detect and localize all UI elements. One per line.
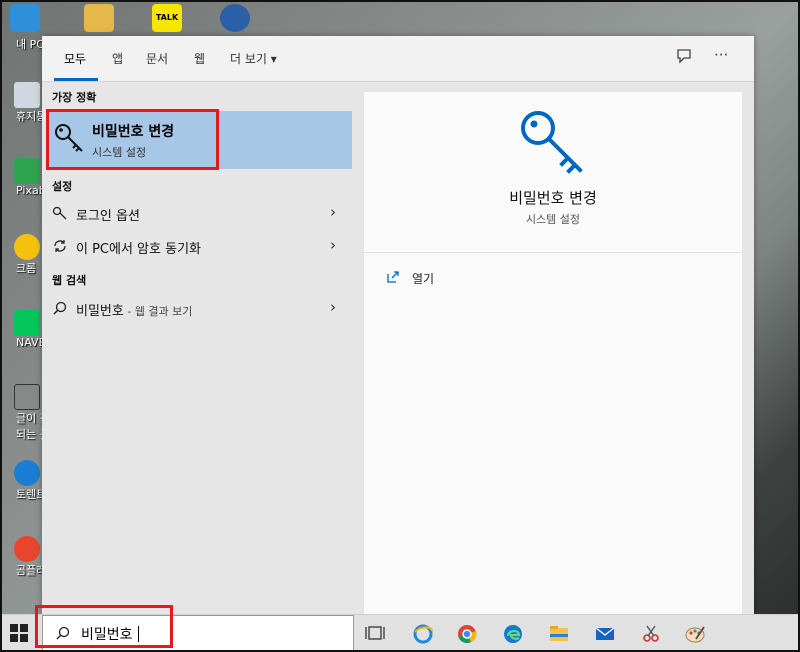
task-view-icon[interactable] [364,623,386,645]
snipping-tool-icon[interactable] [640,623,662,645]
detail-subtitle: 시스템 설정 [525,213,581,226]
kakaotalk-icon[interactable]: TALK [152,4,182,32]
chevron-right-icon[interactable]: › [330,298,336,316]
web-search-label: 비밀번호 - 웹 결과 보기 [76,300,192,319]
open-external-icon[interactable] [386,270,400,284]
desktop-icon-chrome-shortcut[interactable]: 크롬 [2,234,44,276]
desktop-icon-gomplayer[interactable]: 곰플레이 [2,536,46,578]
settings-item-label: 이 PC에서 암호 동기화 [76,242,201,257]
key-icon [55,124,83,152]
desktop-icon-torrent[interactable]: 토렌트 [2,460,46,502]
desktop-icon-naver[interactable]: NAVER [2,310,46,349]
detail-divider [364,252,742,253]
media-player-icon[interactable] [220,4,250,32]
recycle-bin-icon [14,82,40,108]
text-caret [137,626,139,642]
mail-icon[interactable] [594,623,616,645]
desktop-icon-pc[interactable]: 내 PC [2,36,44,52]
edge-icon[interactable] [502,623,524,645]
feedback-icon[interactable] [676,48,692,68]
search-input[interactable]: 비밀번호 [81,624,139,644]
key-large-icon [521,111,583,174]
pixabay-icon [14,158,40,184]
results-list: 가장 정확 비밀번호 변경 시스템 설정 설정 로그인 옵션 › 이 PC에서 … [42,83,353,616]
settings-header: 설정 [52,180,73,193]
naver-icon [14,310,40,336]
windows-start-icon[interactable] [10,624,28,642]
web-search-header: 웹 검색 [52,274,87,287]
tab-more-label: 더 보기 [230,52,267,66]
desktop-icon-writing[interactable]: 글이 작 되는 곳 [2,384,46,442]
pen-icon [14,384,40,410]
tab-documents[interactable]: 문서 [146,50,168,67]
open-action[interactable]: 열기 [412,270,434,287]
best-match-subtitle: 시스템 설정 [92,146,147,159]
desktop-icon-pixabay[interactable]: Pixaba [2,158,46,197]
chrome-icon[interactable] [456,623,478,645]
best-match-title: 비밀번호 변경 [92,124,175,140]
settings-item-login-options[interactable]: 로그인 옵션 › [42,199,352,229]
search-icon [53,301,67,315]
detail-pane: 비밀번호 변경 시스템 설정 열기 [364,92,742,616]
best-match-header: 가장 정확 [52,91,97,104]
internet-explorer-icon[interactable] [412,623,434,645]
app-shortcut-icon [14,234,40,260]
settings-item-label: 로그인 옵션 [76,209,140,224]
gomplayer-icon [14,536,40,562]
key-icon [52,206,67,220]
chevron-down-icon: ▾ [270,52,277,66]
web-search-query: 비밀번호 [76,304,124,319]
search-input-value: 비밀번호 [81,627,133,643]
search-panel: 모두 앱 문서 웹 더 보기 ▾ ··· 가장 정확 비밀번호 변경 시스템 설… [42,36,754,616]
taskbar-search-box[interactable]: 비밀번호 [42,615,354,651]
sync-icon [54,240,66,252]
best-match-item[interactable]: 비밀번호 변경 시스템 설정 [46,111,352,169]
tab-more[interactable]: 더 보기 ▾ [230,50,277,67]
web-search-item[interactable]: 비밀번호 - 웹 결과 보기 › [42,294,352,324]
pc-icon[interactable] [10,4,40,32]
search-tabs: 모두 앱 문서 웹 더 보기 ▾ ··· [42,36,754,82]
paint-icon[interactable] [684,623,706,645]
settings-item-sync-password[interactable]: 이 PC에서 암호 동기화 › [42,232,352,262]
tab-all[interactable]: 모두 [64,50,86,67]
desktop-icon-recycle-bin[interactable]: 휴지통 [2,82,46,124]
detail-title: 비밀번호 변경 [509,189,597,207]
taskbar: 비밀번호 [2,614,798,651]
chevron-right-icon[interactable]: › [330,203,336,221]
tab-apps[interactable]: 앱 [112,50,123,67]
active-tab-indicator [54,78,98,81]
more-options-icon[interactable]: ··· [714,46,728,64]
user-folder-icon[interactable] [84,4,114,32]
tab-web[interactable]: 웹 [194,50,205,67]
edge-icon [14,460,40,486]
chevron-right-icon[interactable]: › [330,236,336,254]
search-icon [56,626,70,640]
web-search-suffix: - 웹 결과 보기 [123,305,193,318]
file-explorer-icon[interactable] [548,623,570,645]
